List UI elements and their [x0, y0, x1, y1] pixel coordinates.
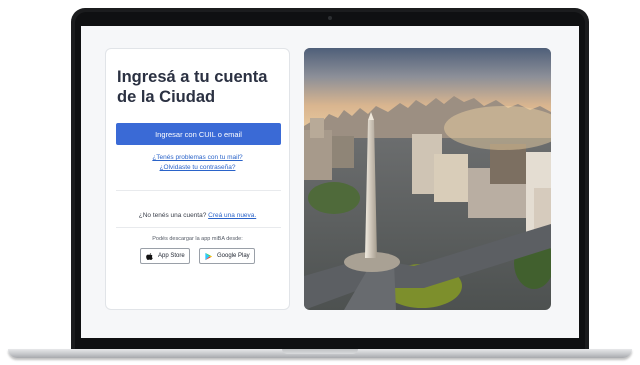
laptop-screen: Ingresá a tu cuenta de la Ciudad Ingresa…	[81, 26, 579, 338]
divider	[116, 190, 281, 191]
apple-icon	[145, 252, 154, 261]
download-text: Podés descargar la app miBA desde:	[152, 236, 243, 242]
login-card: Ingresá a tu cuenta de la Ciudad Ingresa…	[105, 48, 290, 310]
laptop-base-notch	[282, 349, 358, 354]
mail-problems-link[interactable]: ¿Tenés problemas con tu mail?	[106, 154, 289, 161]
create-account-link[interactable]: Creá una nueva.	[208, 212, 256, 219]
signup-row: ¿No tenés una cuenta? Creá una nueva.	[106, 212, 289, 219]
forgot-password-link[interactable]: ¿Olvidaste tu contraseña?	[106, 164, 289, 171]
login-button[interactable]: Ingresar con CUIL o email	[116, 123, 281, 145]
laptop-lid: Ingresá a tu cuenta de la Ciudad Ingresa…	[71, 8, 589, 353]
google-play-button[interactable]: Google Play	[199, 248, 255, 264]
city-photo	[304, 48, 551, 310]
webcam	[328, 16, 332, 20]
divider	[116, 227, 281, 228]
login-title: Ingresá a tu cuenta de la Ciudad	[117, 68, 268, 106]
no-account-text: ¿No tenés una cuenta?	[138, 212, 207, 219]
google-play-label: Google Play	[217, 253, 250, 259]
app-store-label: App Store	[158, 253, 185, 259]
google-play-icon	[204, 252, 213, 261]
app-store-button[interactable]: App Store	[140, 248, 190, 264]
